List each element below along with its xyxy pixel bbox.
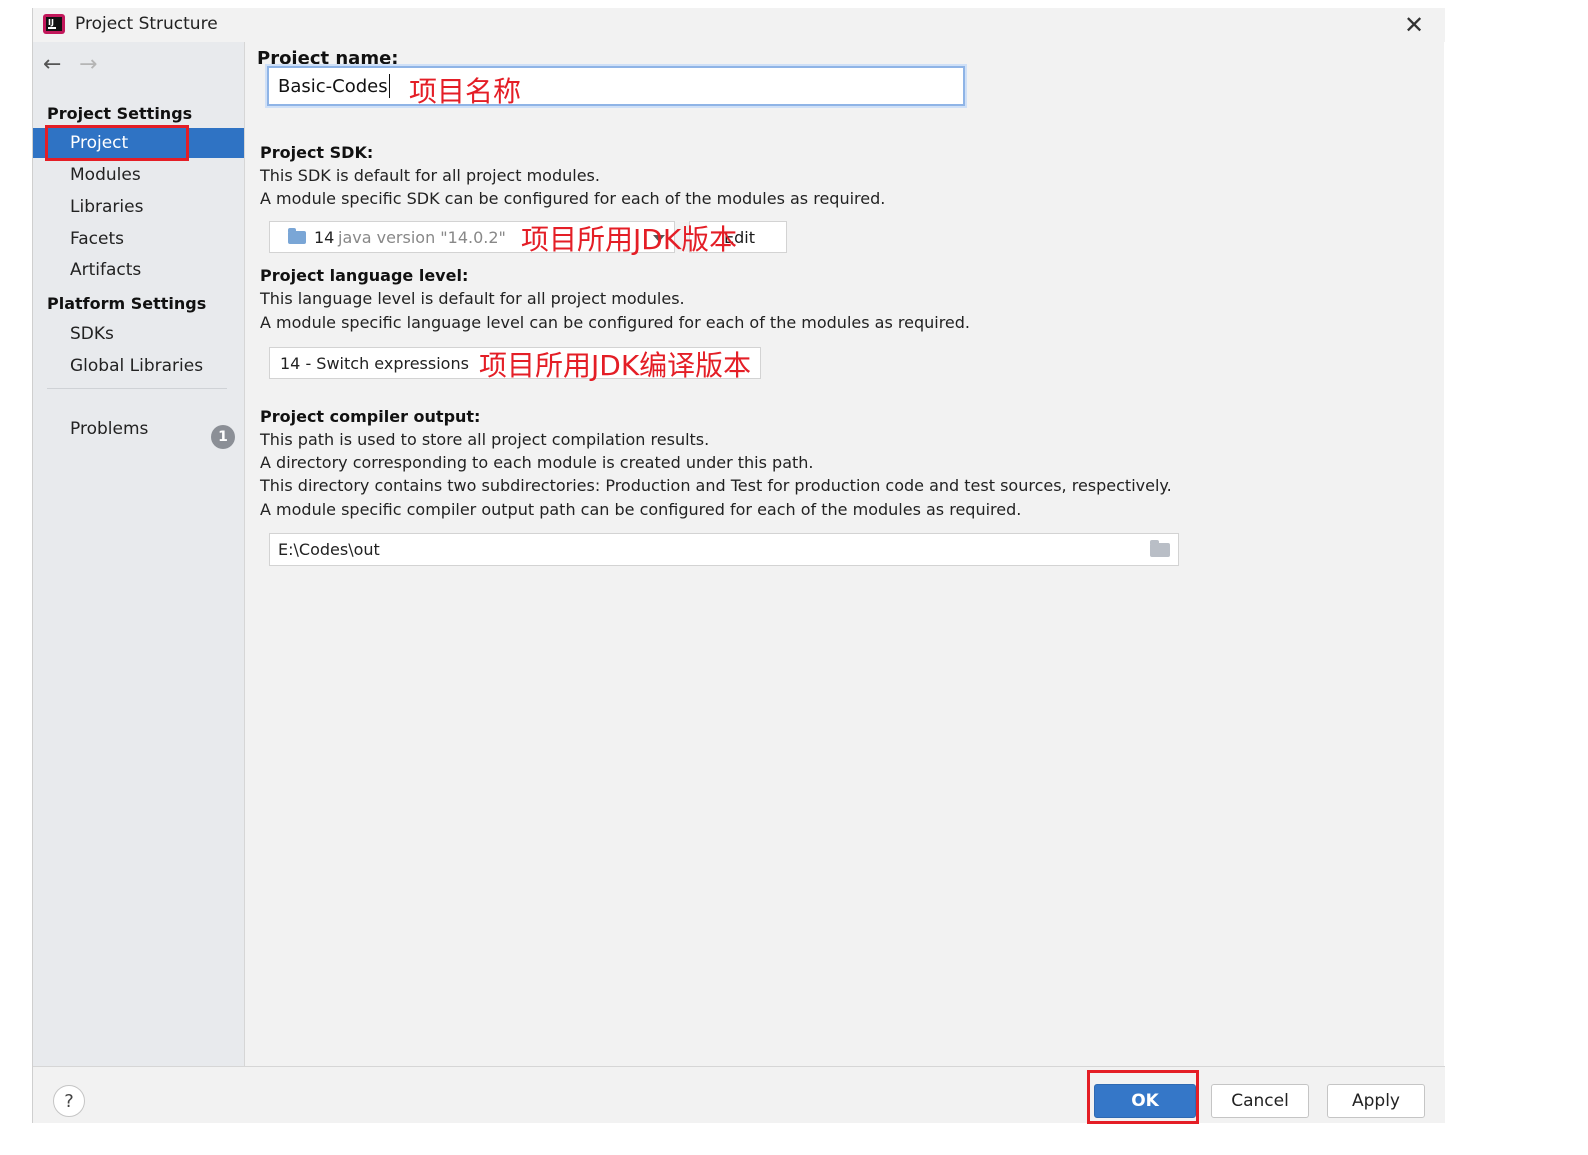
project-settings-header: Project Settings xyxy=(47,104,193,123)
annotation-project-name: 项目名称 xyxy=(409,75,522,108)
compiler-output-description-3: This directory contains two subdirectori… xyxy=(260,476,1172,495)
project-name-value: Basic-Codes xyxy=(278,76,388,97)
sdk-folder-icon xyxy=(288,228,306,244)
compiler-output-label: Project compiler output: xyxy=(260,407,481,426)
highlight-box-project xyxy=(45,125,189,161)
browse-folder-icon[interactable] xyxy=(1150,540,1170,557)
project-structure-dialog: IJ Project Structure ✕ ← → Project Setti… xyxy=(32,8,1445,1124)
language-level-description-2: A module specific language level can be … xyxy=(260,313,970,332)
back-arrow-icon[interactable]: ← xyxy=(43,52,61,77)
compiler-output-description-4: A module specific compiler output path c… xyxy=(260,500,1022,519)
sidebar-item-label: Artifacts xyxy=(70,260,142,280)
text-caret xyxy=(389,74,390,98)
annotation-sdk: 项目所用JDK版本 xyxy=(521,223,738,256)
compiler-output-description-2: A directory corresponding to each module… xyxy=(260,453,814,472)
sidebar-item-facets[interactable]: Facets xyxy=(33,224,244,254)
project-settings-panel: Project name: Basic-Codes 项目名称 Project S… xyxy=(245,42,1445,1066)
language-level-label: Project language level: xyxy=(260,266,469,285)
cancel-button[interactable]: Cancel xyxy=(1211,1084,1309,1118)
language-level-description-1: This language level is default for all p… xyxy=(260,289,685,308)
apply-button[interactable]: Apply xyxy=(1327,1084,1425,1118)
compiler-output-description-1: This path is used to store all project c… xyxy=(260,430,710,449)
sidebar-item-label: Libraries xyxy=(70,197,144,217)
platform-settings-header: Platform Settings xyxy=(47,294,207,313)
sdk-description-1: This SDK is default for all project modu… xyxy=(260,166,600,185)
sidebar-item-global-libraries[interactable]: Global Libraries xyxy=(33,351,244,381)
window-title: Project Structure xyxy=(75,14,218,34)
annotation-language-level: 项目所用JDK编译版本 xyxy=(479,349,752,382)
compiler-output-path-value: E:\Codes\out xyxy=(278,540,380,559)
sidebar-item-label: Modules xyxy=(70,165,141,185)
dialog-footer: ? OK Cancel Apply xyxy=(33,1066,1445,1124)
sidebar-divider xyxy=(47,388,227,389)
sdk-version: 14 xyxy=(314,228,335,247)
sidebar-item-label: Facets xyxy=(70,229,124,249)
sidebar-item-problems[interactable]: Problems 1 xyxy=(33,414,244,449)
svg-text:IJ: IJ xyxy=(48,18,54,27)
compiler-output-path-input[interactable]: E:\Codes\out xyxy=(269,533,1179,566)
sdk-version-detail: java version "14.0.2" xyxy=(338,228,506,247)
sidebar-item-sdks[interactable]: SDKs xyxy=(33,319,244,349)
forward-arrow-icon[interactable]: → xyxy=(79,52,97,77)
ok-button[interactable]: OK xyxy=(1094,1084,1196,1118)
project-name-input[interactable]: Basic-Codes xyxy=(267,66,965,106)
title-bar: IJ Project Structure ✕ xyxy=(33,8,1445,42)
sidebar-item-label: SDKs xyxy=(70,324,114,344)
close-icon[interactable]: ✕ xyxy=(1399,10,1429,40)
help-icon[interactable]: ? xyxy=(53,1085,85,1117)
language-level-value: 14 - Switch expressions xyxy=(280,354,469,373)
sdk-description-2: A module specific SDK can be configured … xyxy=(260,189,886,208)
sidebar: ← → Project Settings Project Modules Lib… xyxy=(33,42,245,1066)
sidebar-item-label: Problems xyxy=(70,419,149,439)
sidebar-item-label: Global Libraries xyxy=(70,356,204,376)
app-icon: IJ xyxy=(43,14,65,34)
problems-count-badge: 1 xyxy=(211,425,235,449)
project-sdk-label: Project SDK: xyxy=(260,143,374,162)
sidebar-item-artifacts[interactable]: Artifacts xyxy=(33,255,244,285)
sidebar-item-modules[interactable]: Modules xyxy=(33,160,244,190)
sidebar-item-libraries[interactable]: Libraries xyxy=(33,192,244,222)
